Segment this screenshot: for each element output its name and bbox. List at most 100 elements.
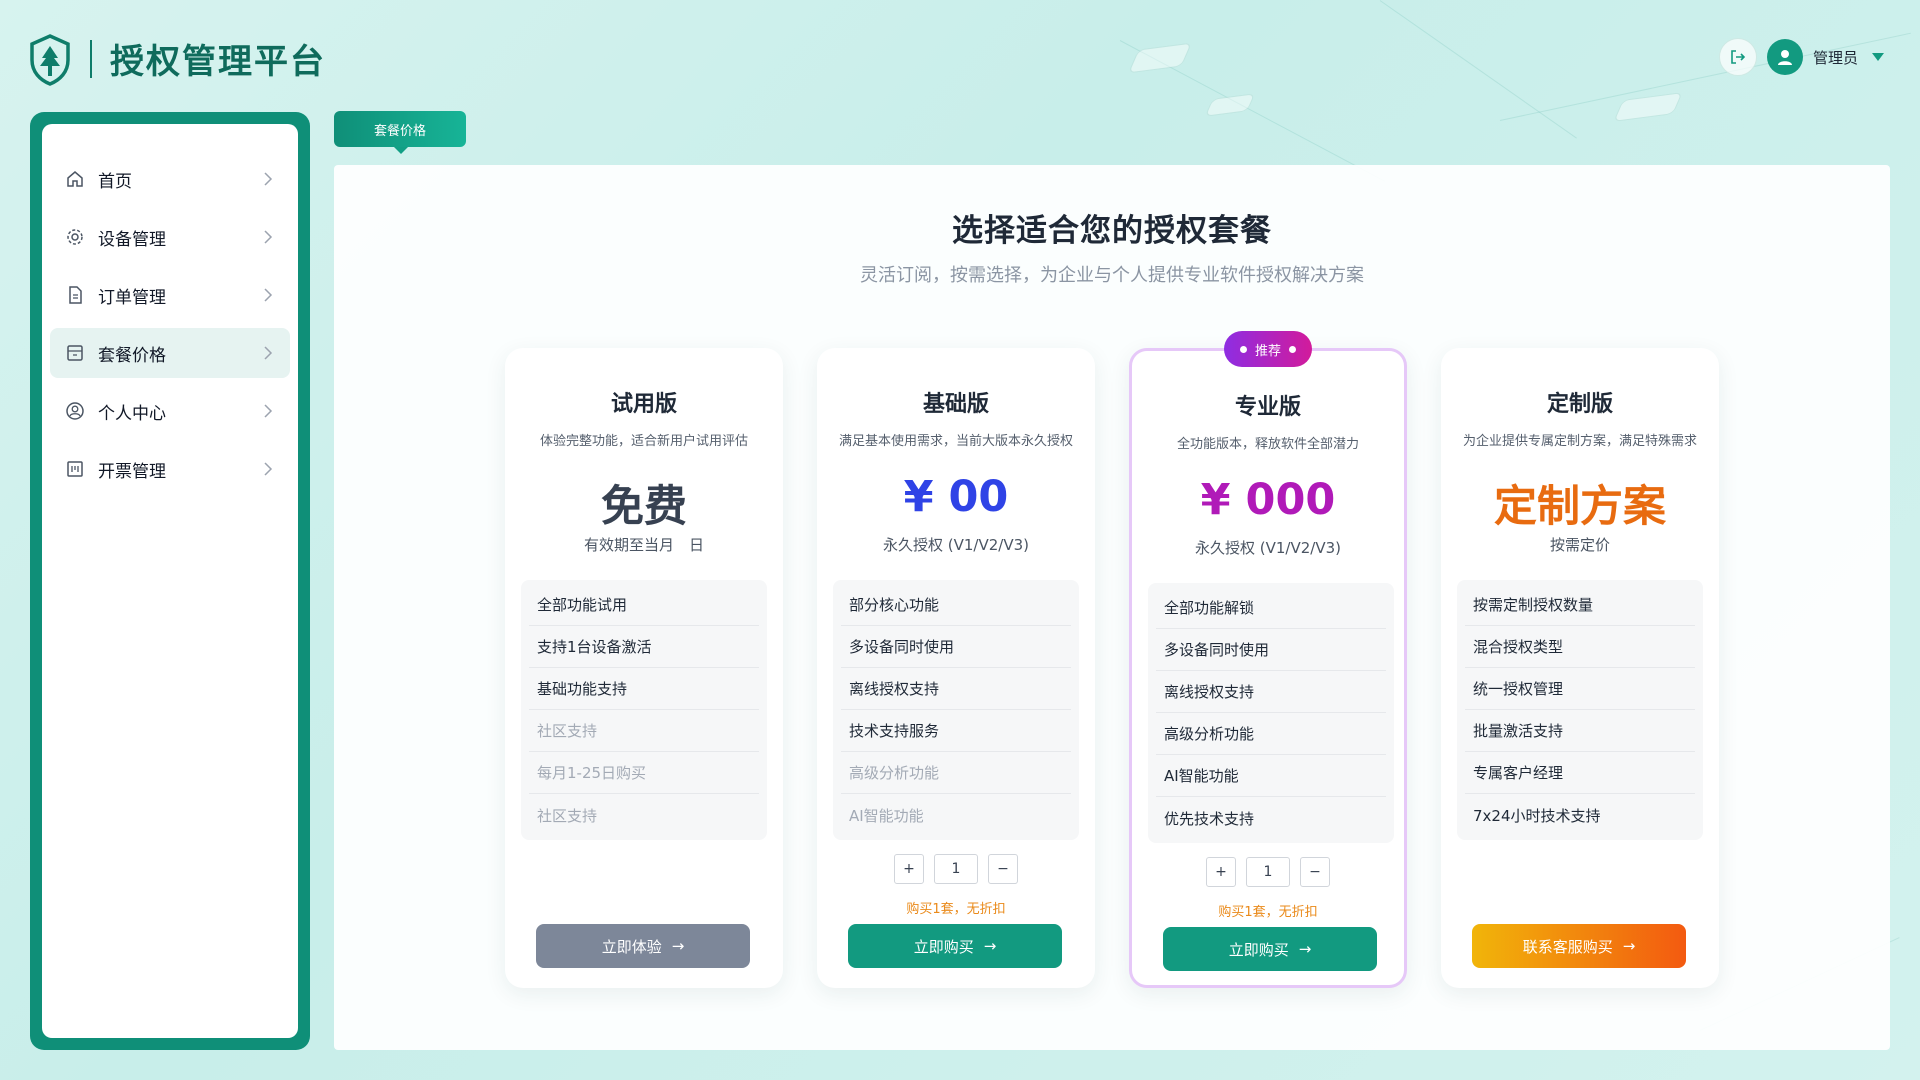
plan-card-basic: 基础版 满足基本使用需求，当前大版本永久授权 ¥ 00 永久授权 (V1/V2/… — [817, 348, 1095, 988]
logout-button[interactable] — [1718, 38, 1757, 76]
plan-price: 定制方案 — [1494, 482, 1666, 532]
feature-item: 高级分析功能 — [841, 752, 1071, 794]
quantity-input[interactable]: 1 — [1246, 857, 1290, 887]
user-circle-icon — [64, 400, 86, 422]
chevron-right-icon — [260, 461, 276, 477]
feature-item: 离线授权支持 — [841, 668, 1071, 710]
plan-description: 满足基本使用需求，当前大版本永久授权 — [838, 434, 1073, 449]
quantity-decrement-button[interactable]: − — [1300, 857, 1330, 887]
sidebar-item-packages[interactable]: 套餐价格 — [50, 328, 290, 378]
plan-name: 专业版 — [1234, 395, 1301, 420]
feature-item: 多设备同时使用 — [1156, 629, 1386, 671]
plan-note: 永久授权 (V1/V2/V3) — [1195, 539, 1341, 557]
discount-note: 购买1套，无折扣 — [906, 902, 1006, 917]
plan-name: 定制版 — [1546, 392, 1613, 417]
feature-list: 部分核心功能 多设备同时使用 离线授权支持 技术支持服务 高级分析功能 AI智能… — [833, 580, 1079, 840]
shield-tree-logo-icon — [30, 34, 70, 86]
plan-note: 永久授权 (V1/V2/V3) — [883, 536, 1029, 554]
sidebar-item-label: 订单管理 — [98, 287, 166, 308]
plan-card-custom: 定制版 为企业提供专属定制方案，满足特殊需求 定制方案 按需定价 按需定制授权数… — [1441, 348, 1719, 988]
plan-card-trial: 试用版 体验完整功能，适合新用户试用评估 免费 有效期至当月 日 全部功能试用 … — [505, 348, 783, 988]
header-user-area: 管理员 — [1718, 38, 1884, 76]
feature-item: 批量激活支持 — [1465, 710, 1695, 752]
feature-list: 全部功能试用 支持1台设备激活 基础功能支持 社区支持 每月1-25日购买 社区… — [521, 580, 767, 840]
tab-packages[interactable]: 套餐价格 — [334, 111, 466, 154]
package-icon — [64, 342, 86, 364]
chevron-right-icon — [260, 345, 276, 361]
feature-item: 优先技术支持 — [1164, 809, 1255, 828]
badge-label: 推荐 — [1254, 343, 1281, 359]
quantity-input[interactable]: 1 — [934, 854, 978, 884]
feature-item: 社区支持 — [529, 710, 759, 752]
chevron-right-icon — [260, 171, 276, 187]
arrow-right-icon: → — [1298, 940, 1312, 958]
feature-item: 按需定制授权数量 — [1465, 584, 1695, 626]
sidebar-item-label: 首页 — [98, 171, 132, 192]
try-now-button[interactable]: 立即体验 → — [536, 924, 750, 968]
button-label: 立即购买 — [1228, 940, 1289, 959]
feature-item: 全部功能试用 — [529, 584, 759, 626]
quantity-decrement-button[interactable]: − — [988, 854, 1018, 884]
feature-item: 支持1台设备激活 — [529, 626, 759, 668]
discount-note: 购买1套，无折扣 — [1218, 905, 1318, 920]
button-label: 联系客服购买 — [1522, 937, 1613, 956]
buy-pro-button[interactable]: 立即购买 → — [1163, 927, 1377, 971]
username[interactable]: 管理员 — [1813, 47, 1858, 68]
dot-icon — [1239, 345, 1247, 353]
avatar[interactable] — [1766, 39, 1803, 75]
feature-item: 全部功能解锁 — [1156, 587, 1386, 629]
sidebar-frame: 首页 设备管理 订单管理 套餐价格 个人中心 开票管理 — [30, 112, 310, 1050]
chevron-right-icon — [260, 229, 276, 245]
quantity-increment-button[interactable]: + — [894, 854, 924, 884]
feature-item: 基础功能支持 — [529, 668, 759, 710]
plan-name: 试用版 — [610, 392, 677, 417]
feature-item: 部分核心功能 — [841, 584, 1071, 626]
sidebar-item-label: 套餐价格 — [98, 345, 166, 366]
home-icon — [64, 168, 86, 190]
dot-icon — [1289, 345, 1296, 353]
buy-basic-button[interactable]: 立即购买 → — [848, 924, 1062, 968]
plan-cards: 试用版 体验完整功能，适合新用户试用评估 免费 有效期至当月 日 全部功能试用 … — [505, 331, 1719, 988]
sidebar-item-label: 开票管理 — [98, 461, 166, 482]
arrow-right-icon: → — [1622, 937, 1636, 955]
logo-divider — [90, 40, 92, 78]
page-title: 选择适合您的授权套餐 — [952, 213, 1272, 249]
feature-item: AI智能功能 — [1156, 755, 1386, 797]
feature-item: 每月1-25日购买 — [529, 752, 759, 794]
feature-item: 混合授权类型 — [1465, 626, 1695, 668]
feature-list: 全部功能解锁 多设备同时使用 离线授权支持 高级分析功能 AI智能功能 优先技术… — [1148, 583, 1394, 843]
chevron-down-icon[interactable] — [1872, 53, 1884, 61]
feature-item: 多设备同时使用 — [841, 626, 1071, 668]
plan-price: 免费 — [601, 482, 687, 532]
document-icon — [64, 284, 86, 306]
feature-item: 社区支持 — [537, 806, 598, 825]
sidebar: 首页 设备管理 订单管理 套餐价格 个人中心 开票管理 — [42, 124, 298, 1038]
contact-sales-button[interactable]: 联系客服购买 → — [1472, 924, 1686, 968]
feature-item: 7x24小时技术支持 — [1473, 806, 1601, 825]
button-label: 立即购买 — [913, 937, 974, 956]
sidebar-item-devices[interactable]: 设备管理 — [50, 212, 290, 262]
button-label: 立即体验 — [601, 937, 662, 956]
gear-icon — [64, 226, 86, 248]
sidebar-item-invoices[interactable]: 开票管理 — [50, 444, 290, 494]
logout-icon — [1731, 50, 1746, 64]
plan-card-pro: 推荐 专业版 全功能版本，释放软件全部潜力 ¥ 000 永久授权 (V1/V2/… — [1129, 331, 1407, 988]
recommended-badge: 推荐 — [1224, 331, 1312, 367]
feature-item: 技术支持服务 — [841, 710, 1071, 752]
quantity-increment-button[interactable]: + — [1206, 857, 1236, 887]
sidebar-item-profile[interactable]: 个人中心 — [50, 386, 290, 436]
feature-item: AI智能功能 — [849, 806, 924, 825]
feature-item: 统一授权管理 — [1465, 668, 1695, 710]
arrow-right-icon: → — [983, 937, 997, 955]
plan-description: 为企业提供专属定制方案，满足特殊需求 — [1462, 434, 1697, 449]
plan-name: 基础版 — [922, 392, 989, 417]
feature-item: 高级分析功能 — [1156, 713, 1386, 755]
arrow-right-icon: → — [671, 937, 685, 955]
sidebar-item-orders[interactable]: 订单管理 — [50, 270, 290, 320]
quantity-stepper: + 1 − — [1132, 857, 1404, 887]
plan-note: 有效期至当月 日 — [583, 536, 704, 554]
sidebar-item-home[interactable]: 首页 — [50, 154, 290, 204]
chevron-right-icon — [260, 403, 276, 419]
feature-list: 按需定制授权数量 混合授权类型 统一授权管理 批量激活支持 专属客户经理 7x2… — [1457, 580, 1703, 840]
quantity-stepper: + 1 − — [817, 854, 1095, 884]
